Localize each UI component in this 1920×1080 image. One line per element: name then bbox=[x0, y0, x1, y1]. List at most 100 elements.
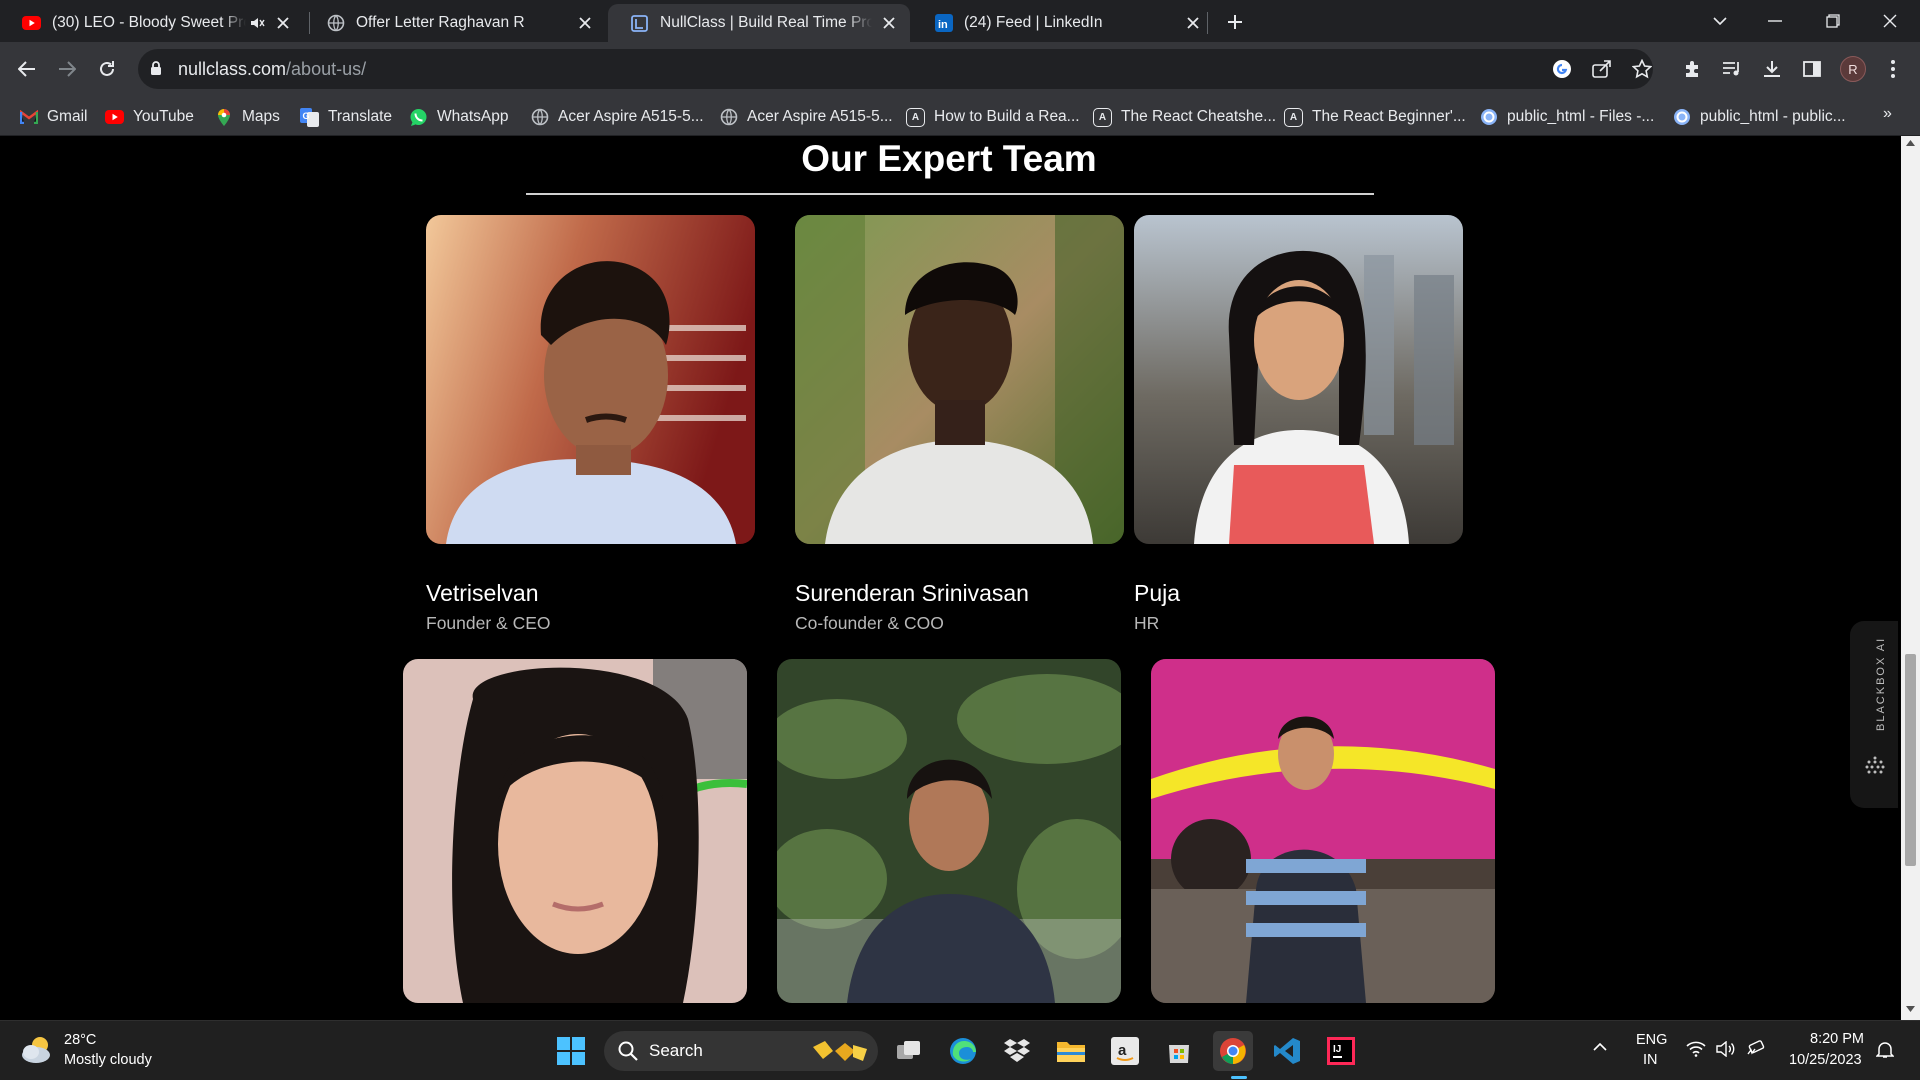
tab-linkedin[interactable]: in (24) Feed | LinkedIn bbox=[912, 4, 1214, 42]
close-icon[interactable] bbox=[272, 12, 294, 34]
tab-offer-letter[interactable]: Offer Letter Raghavan R bbox=[304, 4, 606, 42]
bookmark-react-beginner[interactable]: A The React Beginner'... bbox=[1284, 106, 1466, 128]
media-control-icon[interactable] bbox=[1715, 52, 1749, 86]
close-icon[interactable] bbox=[1182, 12, 1204, 34]
weather-temperature: 28°C bbox=[64, 1032, 97, 1048]
member-name: Surenderan Srinivasan bbox=[795, 580, 1029, 606]
google-lens-icon[interactable] bbox=[1548, 55, 1576, 83]
input-region[interactable]: IN bbox=[1643, 1052, 1658, 1068]
close-window-button[interactable] bbox=[1870, 0, 1910, 42]
bookmark-maps[interactable]: Maps bbox=[214, 106, 280, 128]
taskbar-search-box[interactable]: Search bbox=[604, 1031, 878, 1071]
chrome-icon[interactable] bbox=[1213, 1031, 1253, 1071]
wifi-icon[interactable] bbox=[1686, 1041, 1706, 1057]
scroll-thumb[interactable] bbox=[1905, 654, 1916, 866]
bookmarks-bar: Gmail YouTube Maps G Translate WhatsApp … bbox=[0, 97, 1920, 136]
tab-separator bbox=[1207, 12, 1208, 34]
amazon-icon[interactable]: a bbox=[1105, 1031, 1145, 1071]
member-photo-surenderan bbox=[795, 215, 1124, 544]
page-scrollbar[interactable] bbox=[1901, 136, 1920, 1020]
team-heading: Our Expert Team bbox=[801, 138, 1097, 179]
bookmark-gmail[interactable]: Gmail bbox=[19, 106, 87, 128]
weather-widget[interactable]: 28°C Mostly cloudy bbox=[18, 1031, 178, 1073]
edge-browser-icon[interactable] bbox=[943, 1031, 983, 1071]
react-icon: A bbox=[906, 107, 925, 127]
bookmark-star-icon[interactable] bbox=[1628, 55, 1656, 83]
tab-nullclass[interactable]: NullClass | Build Real Time Proje bbox=[608, 4, 910, 42]
blackbox-ai-side-tab[interactable]: BLACKBOX AI bbox=[1850, 621, 1898, 808]
bookmark-acer-2[interactable]: Acer Aspire A515-5... bbox=[719, 106, 893, 128]
blackbox-label: BLACKBOX AI bbox=[1875, 636, 1887, 731]
close-icon[interactable] bbox=[574, 12, 596, 34]
volume-icon[interactable] bbox=[1716, 1041, 1736, 1057]
back-button[interactable] bbox=[10, 52, 44, 86]
vscode-icon[interactable] bbox=[1267, 1031, 1307, 1071]
bookmark-youtube[interactable]: YouTube bbox=[105, 106, 194, 128]
bookmark-label: Acer Aspire A515-5... bbox=[558, 108, 704, 125]
bookmark-whatsapp[interactable]: WhatsApp bbox=[409, 106, 509, 128]
svg-text:in: in bbox=[938, 19, 948, 31]
reload-button[interactable] bbox=[90, 52, 124, 86]
forward-button[interactable] bbox=[50, 52, 84, 86]
page-content: Our Expert Team Vetriselvan Founder & CE… bbox=[0, 136, 1901, 1020]
input-language[interactable]: ENG bbox=[1636, 1032, 1667, 1048]
microsoft-store-icon[interactable] bbox=[1159, 1031, 1199, 1071]
tab-search-chevron-icon[interactable] bbox=[1700, 0, 1740, 42]
tab-title: NullClass | Build Real Time Proje bbox=[660, 14, 872, 31]
minimize-button[interactable] bbox=[1755, 0, 1795, 42]
bookmark-react-cheatsheet[interactable]: A The React Cheatshe... bbox=[1093, 106, 1276, 128]
address-bar[interactable]: nullclass.com/about-us/ bbox=[138, 49, 1653, 89]
tab-youtube[interactable]: (30) LEO - Bloody Sweet Pro bbox=[0, 4, 304, 42]
gmail-icon bbox=[19, 108, 38, 127]
url-text: nullclass.com/about-us/ bbox=[178, 49, 366, 89]
scroll-up-arrow-icon[interactable] bbox=[1906, 140, 1915, 146]
bookmark-label: public_html - public... bbox=[1700, 108, 1846, 125]
clock-time[interactable]: 8:20 PM bbox=[1810, 1031, 1864, 1047]
member-photo-4 bbox=[403, 659, 747, 1003]
download-icon[interactable] bbox=[1755, 52, 1789, 86]
lock-icon[interactable] bbox=[150, 60, 162, 76]
globe-icon bbox=[530, 108, 549, 127]
globe-icon bbox=[326, 14, 345, 33]
bookmark-react-build[interactable]: A How to Build a Rea... bbox=[906, 106, 1080, 128]
close-icon[interactable] bbox=[878, 12, 900, 34]
heading-divider bbox=[526, 193, 1374, 195]
translate-icon: G bbox=[300, 107, 319, 127]
clock-date[interactable]: 10/25/2023 bbox=[1789, 1052, 1862, 1068]
speaker-muted-icon[interactable] bbox=[250, 16, 266, 30]
bookmark-acer-1[interactable]: Acer Aspire A515-5... bbox=[530, 106, 704, 128]
notification-bell-icon[interactable] bbox=[1876, 1041, 1894, 1059]
bookmark-label: The React Cheatshe... bbox=[1121, 108, 1277, 125]
share-icon[interactable] bbox=[1588, 55, 1616, 83]
file-explorer-icon[interactable] bbox=[1051, 1031, 1091, 1071]
bookmark-cpanel-2[interactable]: public_html - public... bbox=[1672, 106, 1846, 128]
new-tab-button[interactable] bbox=[1220, 7, 1250, 37]
task-view-icon[interactable] bbox=[889, 1031, 929, 1071]
intellij-icon[interactable]: IJ bbox=[1321, 1031, 1361, 1071]
side-panel-icon[interactable] bbox=[1795, 52, 1829, 86]
search-icon bbox=[618, 1041, 638, 1061]
windows-start-button[interactable] bbox=[551, 1031, 591, 1071]
url-host: nullclass.com bbox=[178, 59, 287, 79]
member-role: Founder & CEO bbox=[426, 613, 551, 633]
scroll-down-arrow-icon[interactable] bbox=[1906, 1006, 1915, 1012]
dropbox-icon[interactable] bbox=[997, 1031, 1037, 1071]
svg-text:G: G bbox=[303, 111, 310, 121]
bookmark-label: Maps bbox=[242, 108, 280, 125]
tab-title: (24) Feed | LinkedIn bbox=[964, 14, 1103, 31]
member-role: HR bbox=[1134, 613, 1160, 633]
bookmark-label: YouTube bbox=[133, 108, 194, 125]
extensions-icon[interactable] bbox=[1675, 52, 1709, 86]
tray-chevron-up-icon[interactable] bbox=[1593, 1043, 1607, 1051]
restore-button[interactable] bbox=[1813, 0, 1853, 42]
cpanel-icon bbox=[1672, 108, 1691, 127]
svg-text:a: a bbox=[1118, 1042, 1127, 1059]
bookmark-label: How to Build a Rea... bbox=[934, 108, 1080, 125]
tab-title: (30) LEO - Bloody Sweet Pro bbox=[52, 14, 246, 31]
bookmark-cpanel-1[interactable]: public_html - Files -... bbox=[1479, 106, 1654, 128]
battery-charging-icon[interactable] bbox=[1746, 1040, 1766, 1058]
bookmark-translate[interactable]: G Translate bbox=[300, 106, 392, 128]
bookmarks-overflow-button[interactable]: » bbox=[1883, 105, 1892, 123]
profile-avatar[interactable]: R bbox=[1840, 56, 1866, 82]
kebab-menu-icon[interactable] bbox=[1876, 52, 1910, 86]
